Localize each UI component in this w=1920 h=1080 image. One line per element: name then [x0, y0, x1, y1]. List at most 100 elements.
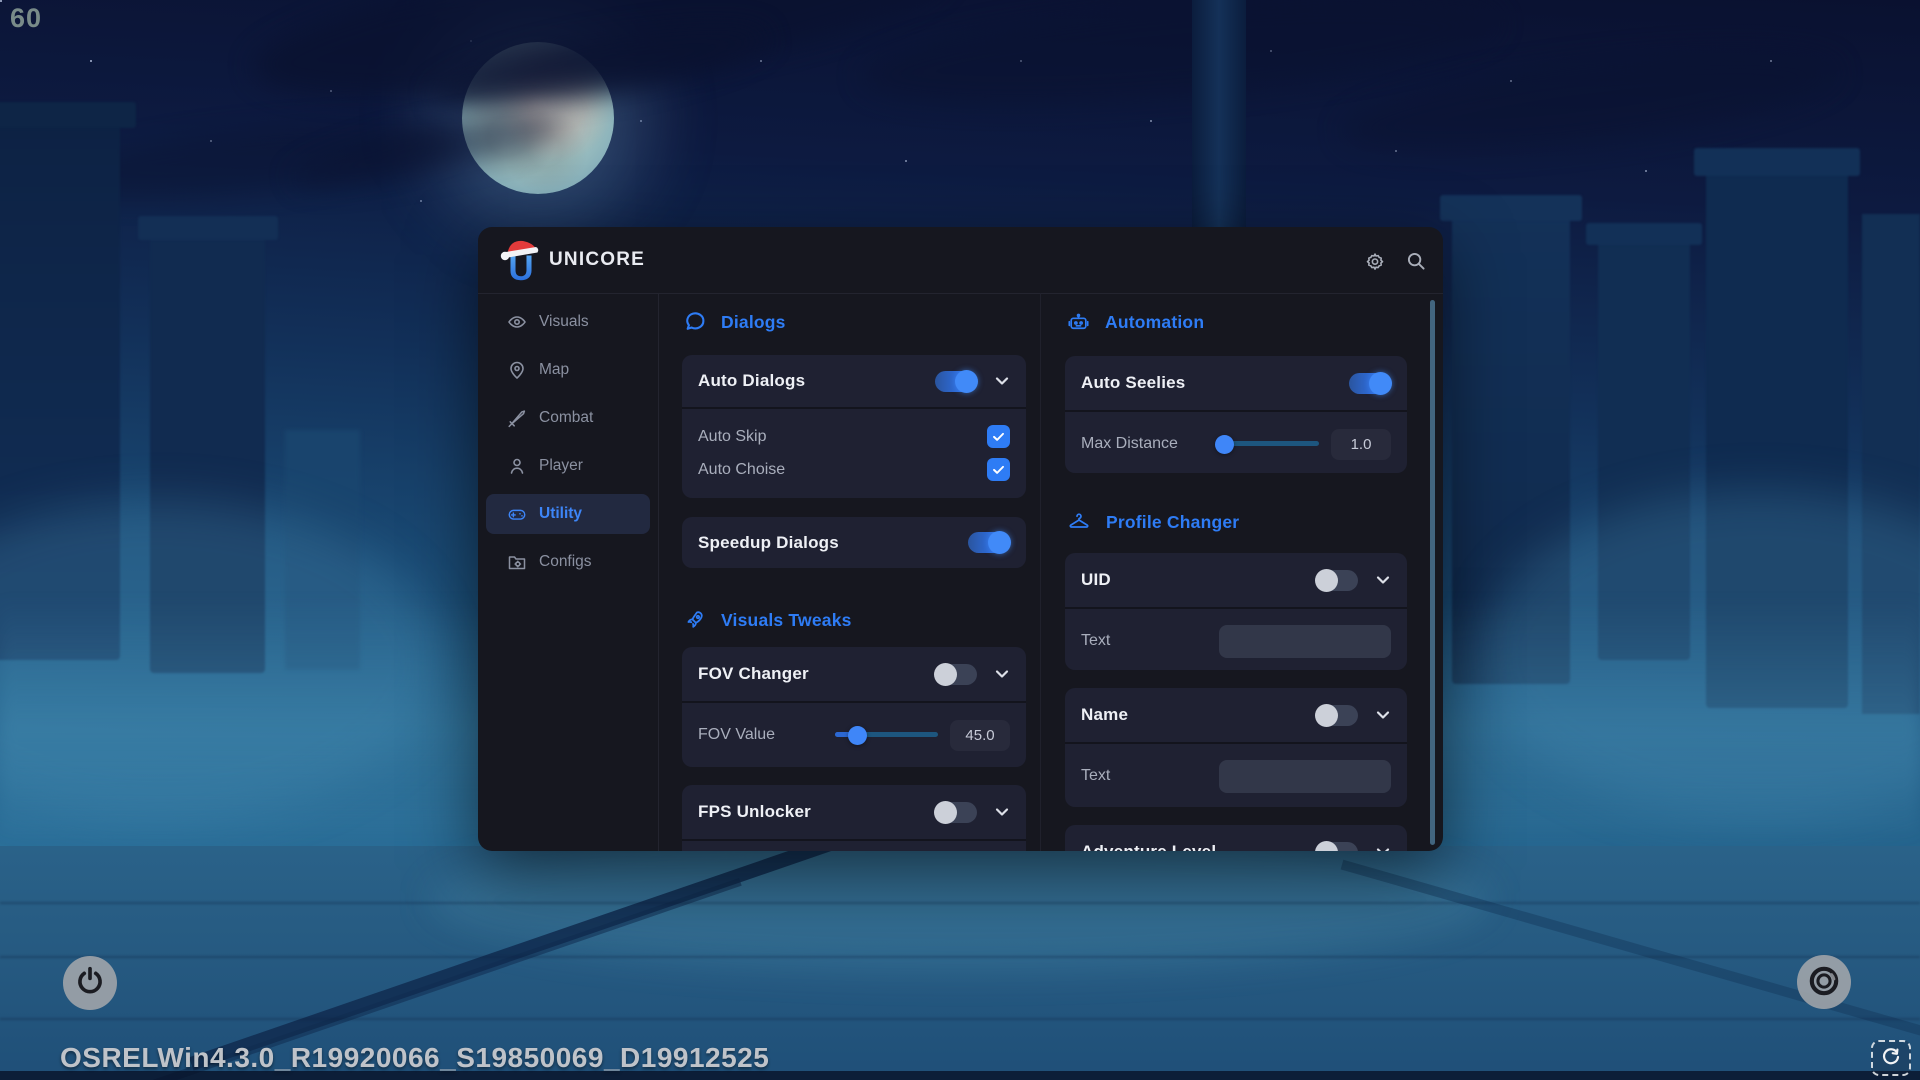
card-name: Name Text: [1065, 688, 1407, 807]
content-scrollbar[interactable]: [1430, 300, 1435, 845]
sidebar-item-label: Player: [539, 457, 583, 475]
auto-seelies-toggle[interactable]: [1349, 373, 1391, 394]
ruin-pillar: [1192, 0, 1246, 242]
window-header: U UNICORE: [478, 227, 1443, 294]
sidebar-item-utility[interactable]: Utility: [486, 494, 650, 534]
card-auto-seelies: Auto Seelies Max Distance 1.0: [1065, 356, 1407, 473]
auto-seelies-row[interactable]: Auto Seelies: [1065, 356, 1407, 410]
speedup-dialogs-toggle[interactable]: [968, 532, 1010, 553]
build-version: OSRELWin4.3.0_R19920066_S19850069_D19912…: [60, 1042, 769, 1074]
walkway-slab-line: [0, 956, 1920, 958]
card-speedup-dialogs: Speedup Dialogs: [682, 517, 1026, 568]
fov-value-row: FOV Value 45.0: [682, 701, 1026, 767]
fps-unlocker-toggle[interactable]: [935, 802, 977, 823]
adventure-level-label: Adventure Level: [1081, 842, 1299, 851]
auto-choise-checkbox[interactable]: [987, 458, 1010, 481]
uid-label: UID: [1081, 570, 1299, 590]
refresh-icon: [1880, 1046, 1902, 1071]
slider-knob[interactable]: [848, 726, 867, 745]
fov-changer-label: FOV Changer: [698, 664, 918, 684]
max-distance-value-box[interactable]: 1.0: [1331, 429, 1391, 460]
unicore-santa-logo: U: [498, 237, 542, 290]
ruin-cap: [1440, 195, 1582, 221]
name-label: Name: [1081, 705, 1299, 725]
rocket-icon: [684, 609, 706, 631]
card-fov-changer: FOV Changer FOV Value 45.0: [682, 647, 1026, 767]
auto-skip-checkbox[interactable]: [987, 425, 1010, 448]
sidebar-item-label: Map: [539, 361, 569, 379]
auto-seelies-label: Auto Seelies: [1081, 373, 1332, 393]
ruin-cap: [0, 102, 136, 128]
uid-toggle[interactable]: [1316, 570, 1358, 591]
adventure-level-toggle[interactable]: [1316, 842, 1358, 852]
search-icon[interactable]: [1403, 248, 1429, 274]
speech-bubble-icon: [684, 311, 706, 333]
card-uid: UID Text: [1065, 553, 1407, 670]
auto-dialogs-options: Auto Skip Auto Choise: [682, 407, 1026, 497]
section-title: Dialogs: [721, 312, 786, 333]
auto-choise-row[interactable]: Auto Choise: [682, 453, 1026, 486]
refresh-button[interactable]: [1871, 1040, 1911, 1076]
unicore-window: U UNICORE: [478, 227, 1443, 851]
lens-button[interactable]: [1797, 955, 1851, 1009]
name-toggle[interactable]: [1316, 705, 1358, 726]
fps-unlocker-row[interactable]: FPS Unlocker: [682, 785, 1026, 839]
walkway-slab-line: [0, 902, 1920, 904]
sidebar-item-map[interactable]: Map: [486, 350, 650, 390]
fov-value-box[interactable]: 45.0: [950, 720, 1010, 751]
map-pin-icon: [507, 360, 527, 380]
name-text-input[interactable]: [1219, 760, 1391, 793]
sword-icon: [507, 408, 527, 428]
ruin-cap: [1586, 223, 1702, 245]
settings-gear-icon[interactable]: [1362, 248, 1388, 274]
sidebar-item-visuals[interactable]: Visuals: [486, 302, 650, 342]
name-row[interactable]: Name: [1065, 688, 1407, 742]
slider-knob[interactable]: [1215, 435, 1234, 454]
auto-dialogs-row[interactable]: Auto Dialogs: [682, 355, 1026, 407]
speedup-dialogs-label: Speedup Dialogs: [698, 533, 951, 553]
gamepad-icon: [507, 504, 527, 524]
auto-skip-label: Auto Skip: [698, 428, 975, 446]
speedup-dialogs-row[interactable]: Speedup Dialogs: [682, 517, 1026, 568]
section-automation: Automation: [1067, 311, 1204, 334]
section-visuals-tweaks: Visuals Tweaks: [684, 609, 852, 631]
chevron-down-icon[interactable]: [994, 373, 1010, 389]
section-profile-changer: Profile Changer: [1067, 510, 1239, 534]
stars: [0, 0, 2, 2]
fov-value-label: FOV Value: [698, 726, 823, 744]
power-button[interactable]: [63, 956, 117, 1010]
power-icon: [73, 965, 107, 1002]
sidebar: Visuals Map Combat: [478, 294, 659, 851]
uid-row[interactable]: UID: [1065, 553, 1407, 607]
uid-text-row: Text: [1065, 607, 1407, 670]
column-divider: [1040, 293, 1041, 851]
fov-changer-toggle[interactable]: [935, 664, 977, 685]
chevron-down-icon[interactable]: [1375, 707, 1391, 723]
card-auto-dialogs: Auto Dialogs Auto Skip Auto Choise: [682, 355, 1026, 498]
name-text-label: Text: [1081, 767, 1207, 785]
sidebar-item-combat[interactable]: Combat: [486, 398, 650, 438]
fov-changer-row[interactable]: FOV Changer: [682, 647, 1026, 701]
eye-icon: [507, 312, 527, 332]
chevron-down-icon[interactable]: [1375, 844, 1391, 851]
chevron-down-icon[interactable]: [994, 666, 1010, 682]
adventure-level-row[interactable]: Adventure Level: [1065, 825, 1407, 851]
chevron-down-icon[interactable]: [1375, 572, 1391, 588]
uid-text-input[interactable]: [1219, 625, 1391, 658]
lens-icon: [1806, 963, 1842, 1002]
max-distance-slider[interactable]: [1216, 434, 1319, 454]
card-adventure-level: Adventure Level: [1065, 825, 1407, 851]
name-text-row: Text: [1065, 742, 1407, 807]
app-title: UNICORE: [549, 249, 645, 271]
auto-dialogs-toggle[interactable]: [935, 371, 977, 392]
sidebar-item-player[interactable]: Player: [486, 446, 650, 486]
chevron-down-icon[interactable]: [994, 804, 1010, 820]
auto-skip-row[interactable]: Auto Skip: [682, 420, 1026, 453]
sidebar-item-label: Configs: [539, 553, 592, 571]
sidebar-item-configs[interactable]: Configs: [486, 542, 650, 582]
sidebar-item-label: Visuals: [539, 313, 589, 331]
fov-value-slider[interactable]: [835, 725, 938, 745]
section-title: Profile Changer: [1106, 512, 1239, 533]
section-title: Visuals Tweaks: [721, 610, 852, 631]
walkway-glow: [430, 830, 1490, 970]
